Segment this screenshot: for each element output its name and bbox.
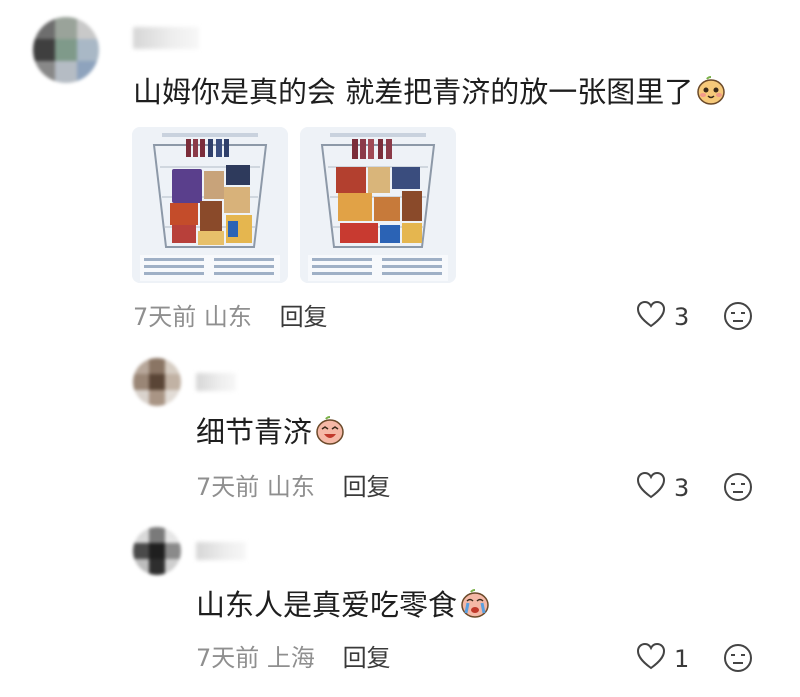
heart-icon: [636, 300, 666, 334]
reply-button[interactable]: 回复: [343, 473, 391, 501]
like-count: 3: [674, 303, 690, 331]
heart-icon: [636, 642, 666, 676]
comment-location: 上海: [266, 644, 315, 672]
comment-time: 7天前: [133, 303, 197, 331]
neutral-face-icon: [723, 473, 753, 506]
comment-time: 7天前: [196, 644, 260, 672]
username-blurred[interactable]: [133, 27, 199, 49]
like-button[interactable]: 1: [636, 642, 689, 676]
neutral-face-icon: [723, 644, 753, 677]
heart-icon: [636, 471, 666, 505]
like-count: 1: [674, 645, 690, 673]
crying-face-sticker-icon: [459, 587, 491, 627]
comment-time: 7天前: [196, 473, 260, 501]
comment-text-content: 细节青济: [196, 415, 313, 449]
reply-button[interactable]: 回复: [280, 303, 328, 331]
avatar[interactable]: [133, 358, 181, 406]
neutral-face-icon: [723, 302, 753, 335]
dislike-button[interactable]: [723, 301, 753, 335]
username-blurred[interactable]: [196, 373, 236, 391]
like-count: 3: [674, 474, 690, 502]
laughing-face-sticker-icon: [314, 414, 346, 454]
comment-text: 山姆你是真的会 就差把青济的放一张图里了: [133, 74, 727, 114]
cart-image-2[interactable]: [300, 127, 456, 283]
comment-location: 山东: [203, 303, 252, 331]
reply-button[interactable]: 回复: [343, 644, 391, 672]
shy-face-sticker-icon: [695, 74, 727, 114]
comment-meta: 7天前 山东 回复: [196, 472, 391, 502]
username-blurred[interactable]: [196, 542, 246, 560]
cart-image-1[interactable]: [132, 127, 288, 283]
dislike-button[interactable]: [723, 472, 753, 506]
comment-text-content: 山东人是真爱吃零食: [196, 588, 458, 622]
like-button[interactable]: 3: [636, 471, 689, 505]
comment-text: 山东人是真爱吃零食: [196, 587, 491, 627]
comment-text: 细节青济: [196, 414, 346, 454]
dislike-button[interactable]: [723, 643, 753, 677]
comment-text-content: 山姆你是真的会 就差把青济的放一张图里了: [133, 75, 694, 109]
avatar[interactable]: [133, 527, 181, 575]
like-button[interactable]: 3: [636, 300, 689, 334]
comment-meta: 7天前 山东 回复: [133, 302, 328, 332]
comment-meta: 7天前 上海 回复: [196, 643, 391, 673]
comment-location: 山东: [266, 473, 315, 501]
avatar[interactable]: [33, 17, 99, 83]
